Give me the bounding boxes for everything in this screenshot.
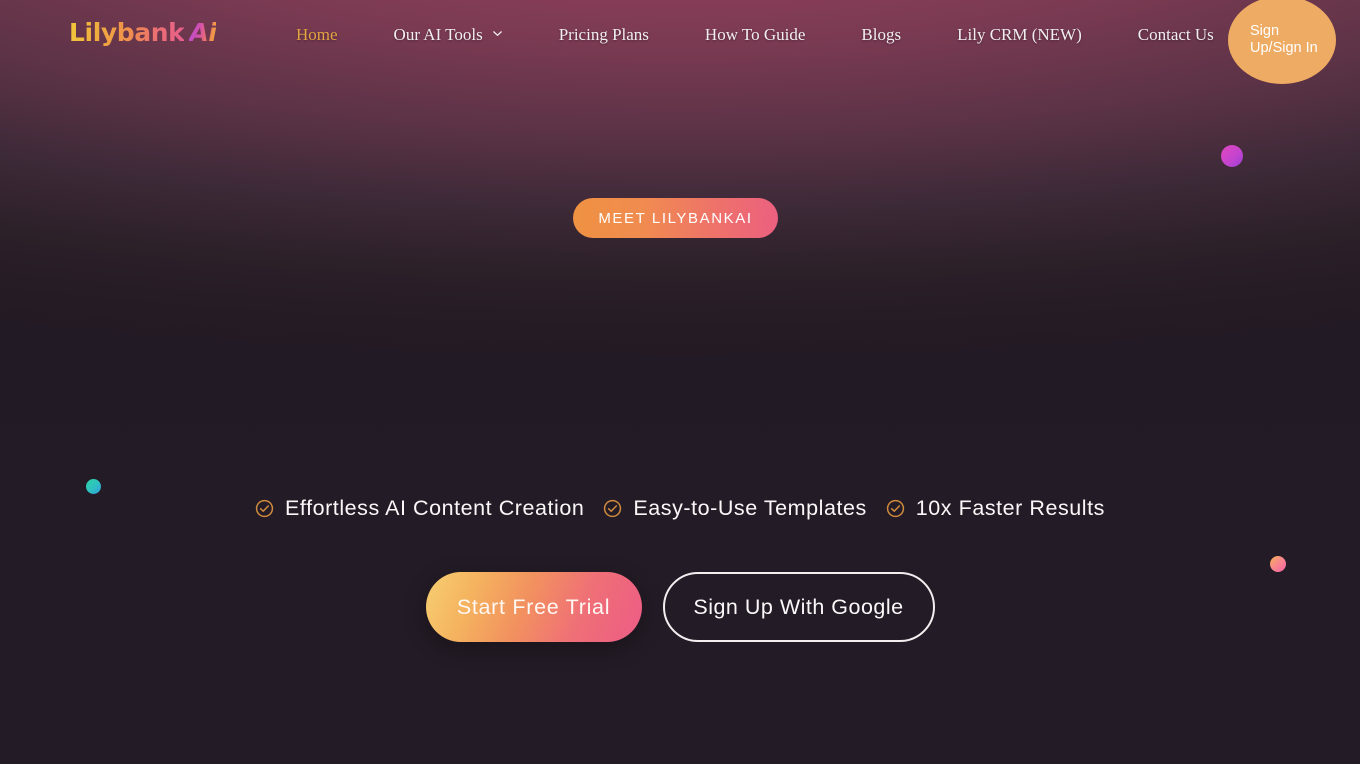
sign-up-with-google-button[interactable]: Sign Up With Google — [662, 572, 935, 642]
page-root: Lilybank Ai Home Our AI Tools Pricing Pla… — [0, 0, 1360, 764]
nav-item-our-ai-tools[interactable]: Our AI Tools — [366, 25, 531, 45]
pink-dot — [1270, 556, 1286, 572]
feature-item-10x-faster-results: 10x Faster Results — [886, 496, 1105, 521]
start-free-trial-label: Start Free Trial — [456, 594, 611, 619]
purple-dot — [1221, 145, 1243, 167]
nav-item-our-ai-tools-label: Our AI Tools — [393, 25, 483, 44]
sign-up-sign-in-label: Sign Up/Sign In — [1250, 23, 1318, 56]
nav-item-pricing-plans-label: Pricing Plans — [558, 25, 649, 44]
brand-logo-word: Lilybank — [69, 18, 185, 47]
site-header: Lilybank Ai Home Our AI Tools Pricing Pla… — [0, 0, 1360, 84]
nav-item-pricing-plans[interactable]: Pricing Plans — [531, 25, 677, 45]
check-circle-icon — [604, 499, 622, 518]
feature-label: Easy-to-Use Templates — [633, 496, 867, 520]
nav-item-contact-us-label: Contact Us — [1137, 25, 1214, 44]
sign-up-sign-in-button[interactable]: Sign Up/Sign In — [1228, 0, 1336, 84]
nav-item-home-label: Home — [296, 25, 338, 44]
main-navigation: Home Our AI Tools Pricing Plans How To G… — [268, 0, 1242, 70]
feature-item-effortless-ai-content-creation: Effortless AI Content Creation — [255, 496, 584, 521]
sign-up-with-google-label: Sign Up With Google — [693, 594, 904, 619]
nav-item-blogs[interactable]: Blogs — [833, 25, 929, 45]
nav-item-contact-us[interactable]: Contact Us — [1110, 25, 1242, 45]
nav-item-home[interactable]: Home — [268, 25, 366, 45]
nav-item-lily-crm[interactable]: Lily CRM (NEW) — [929, 25, 1110, 45]
cta-button-row: Start Free Trial Sign Up With Google — [0, 572, 1360, 642]
feature-label: Effortless AI Content Creation — [285, 496, 585, 520]
chevron-down-icon — [492, 28, 503, 39]
nav-item-blogs-label: Blogs — [861, 25, 902, 44]
meet-lilybankai-button[interactable]: MEET LILYBANKAI — [573, 198, 778, 238]
check-circle-icon — [886, 499, 904, 518]
check-circle-icon — [255, 499, 274, 518]
feature-list: Effortless AI Content Creation Easy-to-U… — [0, 496, 1360, 521]
start-free-trial-button[interactable]: Start Free Trial — [425, 572, 642, 642]
brand-logo-mark: Ai — [189, 18, 217, 47]
brand-logo[interactable]: Lilybank Ai — [69, 18, 217, 47]
nav-item-lily-crm-label: Lily CRM (NEW) — [957, 25, 1082, 44]
meet-lilybankai-label: MEET LILYBANKAI — [598, 209, 753, 227]
nav-item-how-to-guide-label: How To Guide — [704, 25, 806, 44]
feature-label: 10x Faster Results — [915, 496, 1105, 520]
nav-item-how-to-guide[interactable]: How To Guide — [677, 25, 834, 45]
teal-dot — [86, 479, 101, 494]
feature-item-easy-to-use-templates: Easy-to-Use Templates — [603, 496, 866, 521]
